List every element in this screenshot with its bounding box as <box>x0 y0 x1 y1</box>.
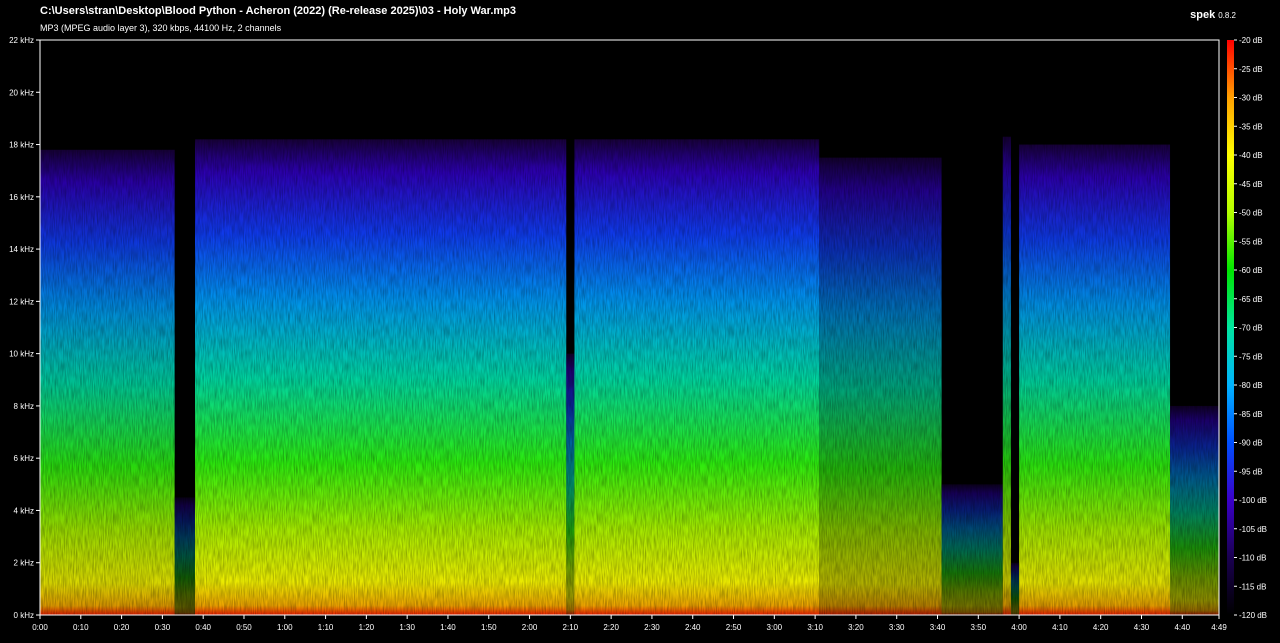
x-tick-label: 4:20 <box>1093 623 1109 632</box>
colorbar-tick-label: -110 dB <box>1239 554 1266 563</box>
y-tick-label: 16 kHz <box>9 193 34 202</box>
x-tick-label: 0:50 <box>236 623 252 632</box>
x-tick-label: 3:40 <box>930 623 946 632</box>
x-tick-label: 3:10 <box>807 623 823 632</box>
colorbar-tick-label: -85 dB <box>1239 410 1263 419</box>
x-tick-label: 1:10 <box>318 623 334 632</box>
db-colorbar: -20 dB -25 dB -30 dB -35 dB -40 dB -45 dB -50 … <box>1227 36 1267 620</box>
colorbar-tick-label: -105 dB <box>1239 525 1267 534</box>
y-tick-label: 2 kHz <box>14 559 34 568</box>
colorbar-tick-label: -120 dB <box>1239 611 1267 620</box>
colorbar-tick-label: -70 dB <box>1239 324 1263 333</box>
x-tick-label: 2:10 <box>563 623 579 632</box>
y-tick-label: 6 kHz <box>14 454 34 463</box>
frequency-axis: 0 kHz 2 kHz 4 kHz 6 kHz 8 kHz 10 kHz 12 kHz 14 … <box>9 36 40 620</box>
x-tick-label: 1:20 <box>359 623 375 632</box>
time-axis: 0:00 0:10 0:20 0:30 0:40 0:50 1:00 1:10 1:20 1:30… <box>32 615 1227 632</box>
spectrogram-chart: 0:00 0:10 0:20 0:30 0:40 0:50 1:00 1:10 1:20 1:30… <box>9 36 1267 632</box>
x-tick-label: 2:40 <box>685 623 701 632</box>
x-tick-label: 0:20 <box>114 623 130 632</box>
colorbar-tick-label: -65 dB <box>1239 295 1263 304</box>
y-tick-label: 18 kHz <box>9 141 34 150</box>
x-tick-label: 3:30 <box>889 623 905 632</box>
x-tick-label: 4:10 <box>1052 623 1068 632</box>
colorbar-tick-label: -20 dB <box>1239 36 1263 45</box>
x-tick-label: 1:00 <box>277 623 293 632</box>
colorbar-tick-label: -55 dB <box>1239 237 1263 246</box>
y-tick-label: 14 kHz <box>9 245 34 254</box>
spectrum-noise-overlay <box>40 40 1219 615</box>
colorbar-tick-label: -100 dB <box>1239 496 1267 505</box>
x-tick-label: 1:50 <box>481 623 497 632</box>
x-tick-label: 4:00 <box>1011 623 1027 632</box>
x-tick-label: 2:30 <box>644 623 660 632</box>
y-tick-label: 22 kHz <box>9 36 34 45</box>
x-tick-label: 4:49 <box>1211 623 1227 632</box>
colorbar-tick-label: -35 dB <box>1239 122 1263 131</box>
spectrogram-plot-area <box>39 39 1220 616</box>
x-tick-label: 1:40 <box>440 623 456 632</box>
y-tick-label: 8 kHz <box>14 402 34 411</box>
x-tick-label: 0:10 <box>73 623 89 632</box>
colorbar-tick-label: -80 dB <box>1239 381 1263 390</box>
colorbar-tick-label: -95 dB <box>1239 467 1263 476</box>
x-tick-label: 2:00 <box>522 623 538 632</box>
y-tick-label: 0 kHz <box>14 611 34 620</box>
y-tick-label: 12 kHz <box>9 297 34 306</box>
colorbar-tick-label: -25 dB <box>1239 65 1263 74</box>
x-tick-label: 0:00 <box>32 623 48 632</box>
colorbar-tick-label: -115 dB <box>1239 582 1266 591</box>
x-tick-label: 1:30 <box>399 623 415 632</box>
y-tick-label: 10 kHz <box>9 350 34 359</box>
colorbar-tick-label: -75 dB <box>1239 352 1263 361</box>
x-tick-label: 3:20 <box>848 623 864 632</box>
x-tick-label: 2:50 <box>726 623 742 632</box>
x-tick-label: 3:00 <box>767 623 783 632</box>
colorbar-tick-label: -50 dB <box>1239 209 1263 218</box>
colorbar-tick-label: -45 dB <box>1239 180 1263 189</box>
colorbar-tick-label: -60 dB <box>1239 266 1263 275</box>
colorbar-tick-label: -90 dB <box>1239 439 1263 448</box>
colorbar-tick-label: -40 dB <box>1239 151 1263 160</box>
x-tick-label: 4:30 <box>1134 623 1150 632</box>
x-tick-label: 4:40 <box>1174 623 1190 632</box>
x-tick-label: 3:50 <box>971 623 987 632</box>
x-tick-label: 0:40 <box>195 623 211 632</box>
y-tick-label: 4 kHz <box>14 506 34 515</box>
x-tick-label: 2:20 <box>603 623 619 632</box>
colorbar-gradient <box>1227 40 1234 615</box>
y-tick-label: 20 kHz <box>9 88 34 97</box>
colorbar-tick-label: -30 dB <box>1239 94 1263 103</box>
x-tick-label: 0:30 <box>155 623 171 632</box>
